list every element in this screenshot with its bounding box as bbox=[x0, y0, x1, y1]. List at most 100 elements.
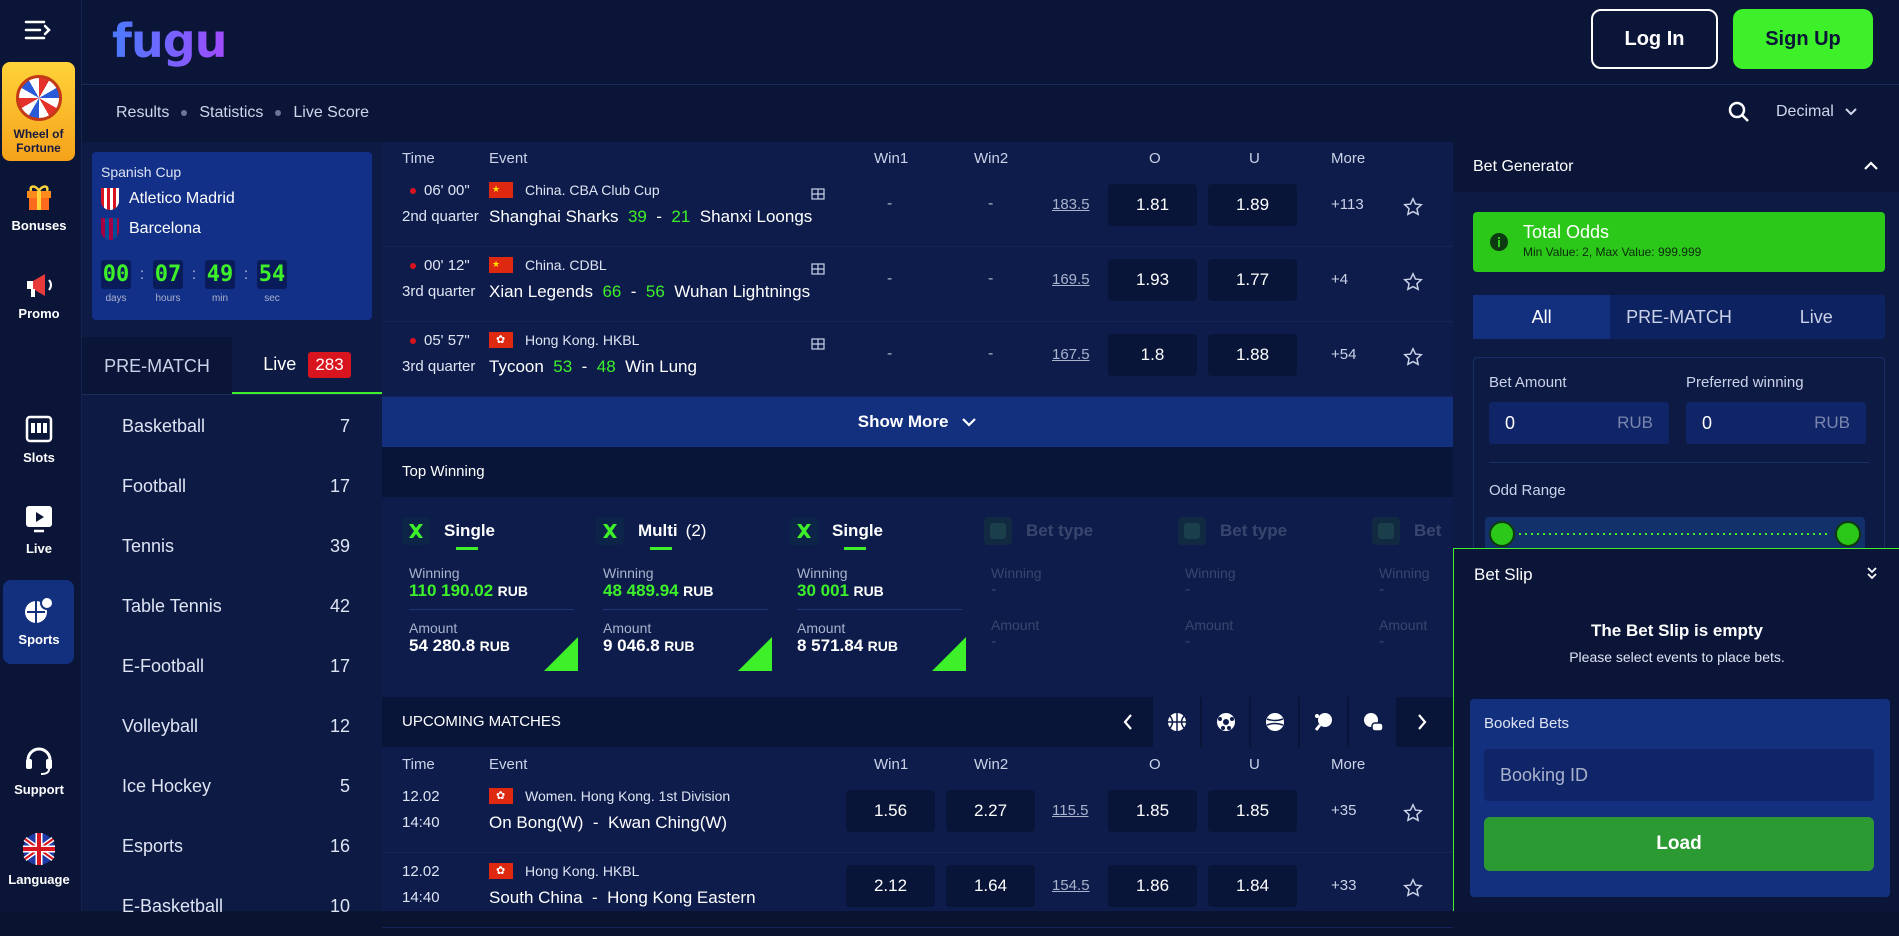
total-line[interactable]: 167.5 bbox=[1052, 346, 1090, 363]
prev-arrow-icon[interactable] bbox=[1104, 697, 1151, 747]
over-odd-button[interactable]: 1.8 bbox=[1108, 334, 1197, 376]
rail-slots[interactable]: Slots bbox=[2, 414, 76, 465]
favorite-star-icon[interactable] bbox=[1402, 802, 1424, 824]
sport-item-esports[interactable]: Esports 16 bbox=[82, 816, 382, 876]
odd-range-slider[interactable] bbox=[1485, 517, 1865, 551]
hong-kong-flag-icon: ✿ bbox=[489, 863, 513, 879]
filter-football-icon[interactable] bbox=[1202, 697, 1249, 747]
over-odd-button[interactable]: 1.85 bbox=[1108, 790, 1197, 832]
sport-item-ice-hockey[interactable]: Ice Hockey 5 bbox=[82, 756, 382, 816]
rail-promo[interactable]: Promo bbox=[2, 270, 76, 321]
table-row[interactable]: 06' 00" 2nd quarter ★ China. CBA Club Cup Sh… bbox=[382, 172, 1453, 247]
under-odd-button[interactable]: 1.88 bbox=[1208, 334, 1297, 376]
currency: RUB bbox=[683, 583, 714, 599]
sport-item-football[interactable]: Football 17 bbox=[82, 456, 382, 516]
favorite-star-icon[interactable] bbox=[1402, 877, 1424, 899]
fugu-logo[interactable]: fugu bbox=[112, 14, 227, 68]
more-markets-link[interactable]: +4 bbox=[1331, 271, 1348, 288]
total-line[interactable]: 169.5 bbox=[1052, 271, 1090, 288]
under-odd-button[interactable]: 1.77 bbox=[1208, 259, 1297, 301]
match-league: ★ China. CDBL bbox=[489, 257, 607, 273]
results-link[interactable]: Results bbox=[116, 104, 169, 122]
upcoming-table-header: Time Event Win1 Win2 O U More bbox=[382, 748, 1453, 778]
slider-min-handle[interactable] bbox=[1489, 521, 1515, 547]
filter-basketball-icon[interactable] bbox=[1153, 697, 1200, 747]
sports-balls-icon bbox=[25, 596, 54, 623]
tab-prematch[interactable]: PRE-MATCH bbox=[1610, 295, 1747, 339]
odds-format-select[interactable]: Decimal bbox=[1776, 103, 1858, 121]
more-markets-link[interactable]: +33 bbox=[1331, 877, 1356, 894]
under-odd-button[interactable]: 1.84 bbox=[1208, 865, 1297, 907]
statistics-link[interactable]: Statistics bbox=[199, 104, 263, 122]
live-count-badge: 283 bbox=[308, 351, 351, 378]
favorite-star-icon[interactable] bbox=[1402, 271, 1424, 293]
sport-item-basketball[interactable]: Basketball 7 bbox=[82, 396, 382, 456]
bet-slip-empty-hint: Please select events to place bets. bbox=[1569, 649, 1785, 665]
stats-icon[interactable] bbox=[811, 263, 825, 275]
bet-generator-header[interactable]: Bet Generator bbox=[1453, 142, 1899, 192]
rail-support[interactable]: Support bbox=[2, 742, 76, 797]
live-dot bbox=[410, 338, 416, 344]
favorite-star-icon[interactable] bbox=[1402, 196, 1424, 218]
more-markets-link[interactable]: +35 bbox=[1331, 802, 1356, 819]
filter-table-tennis-icon[interactable] bbox=[1300, 697, 1347, 747]
menu-toggle-icon[interactable] bbox=[24, 18, 52, 47]
total-line[interactable]: 183.5 bbox=[1052, 196, 1090, 213]
chevron-up-icon bbox=[1864, 161, 1878, 170]
next-arrow-icon[interactable] bbox=[1398, 697, 1445, 747]
tab-live[interactable]: Live bbox=[1748, 295, 1885, 339]
more-markets-link[interactable]: +113 bbox=[1331, 196, 1364, 213]
under-odd-button[interactable]: 1.89 bbox=[1208, 184, 1297, 226]
total-line[interactable]: 115.5 bbox=[1052, 802, 1088, 819]
search-icon[interactable] bbox=[1727, 100, 1751, 129]
win2-odd-button[interactable]: 2.27 bbox=[946, 790, 1035, 832]
table-row[interactable]: 05' 57" 3rd quarter ✿ Hong Kong. HKBL Tycoon… bbox=[382, 322, 1453, 397]
under-odd-button[interactable]: 1.85 bbox=[1208, 790, 1297, 832]
rail-language[interactable]: Language bbox=[2, 832, 76, 887]
table-row[interactable]: 00' 12" 3rd quarter ★ China. CDBL Xian Legen… bbox=[382, 247, 1453, 322]
show-more-button[interactable]: Show More bbox=[382, 397, 1453, 447]
bet-type-icon bbox=[984, 517, 1012, 545]
top-winning-card[interactable]: Single Winning 30 001 RUB Amount 8 571.84 RU… bbox=[790, 517, 975, 685]
tab-live[interactable]: Live 283 bbox=[232, 337, 382, 394]
live-score-link[interactable]: Live Score bbox=[293, 104, 369, 122]
sport-item-table-tennis[interactable]: Table Tennis 42 bbox=[82, 576, 382, 636]
more-markets-link[interactable]: +54 bbox=[1331, 346, 1356, 363]
preferred-winning-input[interactable]: 0 RUB bbox=[1686, 402, 1866, 444]
signup-button[interactable]: Sign Up bbox=[1733, 9, 1873, 69]
wheel-of-fortune-button[interactable]: Wheel of Fortune bbox=[2, 62, 75, 161]
slider-max-handle[interactable] bbox=[1835, 521, 1861, 547]
top-winning-card[interactable]: Single Winning 110 190.02 RUB Amount 54 280.… bbox=[402, 517, 587, 685]
tab-prematch[interactable]: PRE-MATCH bbox=[82, 337, 232, 394]
sport-item-tennis[interactable]: Tennis 39 bbox=[82, 516, 382, 576]
stats-icon[interactable] bbox=[811, 188, 825, 200]
total-line[interactable]: 154.5 bbox=[1052, 877, 1090, 894]
rail-bonuses[interactable]: Bonuses bbox=[2, 180, 76, 233]
favorite-star-icon[interactable] bbox=[1402, 346, 1424, 368]
win2-odd-button[interactable]: 1.64 bbox=[946, 865, 1035, 907]
featured-match-card[interactable]: Spanish Cup Atletico Madrid Barcelona 00… bbox=[92, 152, 372, 320]
col-o: O bbox=[1149, 756, 1161, 773]
filter-tennis-icon[interactable] bbox=[1251, 697, 1298, 747]
win1-odd-button[interactable]: 1.56 bbox=[846, 790, 935, 832]
sport-item-e-basketball[interactable]: E-Basketball 10 bbox=[82, 876, 382, 936]
table-row[interactable]: 12.02 14:40 ✿ Hong Kong. HKBL South China - … bbox=[382, 853, 1453, 928]
bet-amount-input[interactable]: 0 RUB bbox=[1489, 402, 1669, 444]
bet-slip-header[interactable]: Bet Slip bbox=[1454, 549, 1899, 599]
stats-icon[interactable] bbox=[811, 338, 825, 350]
sport-item-e-football[interactable]: E-Football 17 bbox=[82, 636, 382, 696]
filter-efootball-icon[interactable] bbox=[1349, 697, 1396, 747]
sport-item-volleyball[interactable]: Volleyball 12 bbox=[82, 696, 382, 756]
booking-id-input[interactable] bbox=[1484, 749, 1874, 801]
over-odd-button[interactable]: 1.86 bbox=[1108, 865, 1197, 907]
rail-live[interactable]: Live bbox=[2, 503, 76, 556]
win1-odd-button[interactable]: 2.12 bbox=[846, 865, 935, 907]
table-row[interactable]: 12.02 14:40 ✿ Women. Hong Kong. 1st Divisio… bbox=[382, 778, 1453, 853]
over-odd-button[interactable]: 1.93 bbox=[1108, 259, 1197, 301]
rail-sports[interactable]: Sports bbox=[2, 594, 76, 647]
login-button[interactable]: Log In bbox=[1591, 9, 1718, 69]
tab-all[interactable]: All bbox=[1473, 295, 1611, 339]
over-odd-button[interactable]: 1.81 bbox=[1108, 184, 1197, 226]
top-winning-card[interactable]: Multi (2) Winning 48 489.94 RUB Amount 9 046.… bbox=[596, 517, 781, 685]
load-button[interactable]: Load bbox=[1484, 817, 1874, 871]
